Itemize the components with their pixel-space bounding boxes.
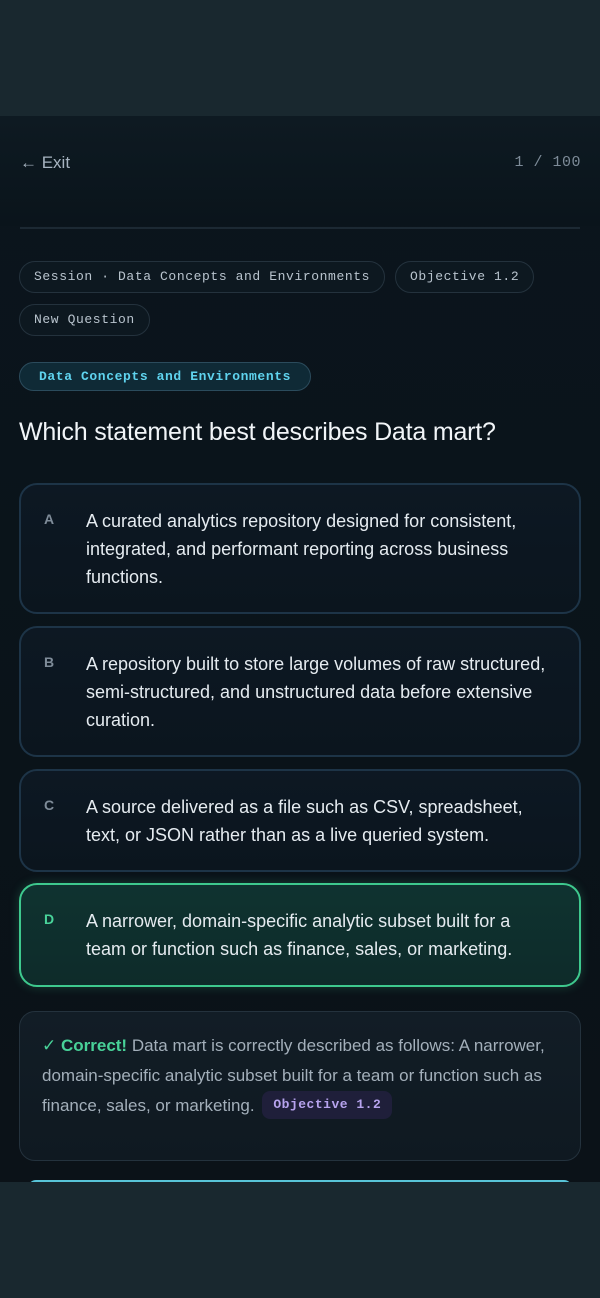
header-bar (0, 116, 600, 226)
quiz-screen: ← Exit 1 / 100 Session · Data Concepts a… (0, 116, 600, 1182)
option-c[interactable]: C A source delivered as a file such as C… (19, 769, 581, 872)
option-letter: B (44, 654, 55, 670)
feedback-body: ✓ Correct! Data mart is correctly descri… (42, 1031, 562, 1121)
exit-label: ← Exit (20, 153, 71, 172)
session-chip: Session · Data Concepts and Environments (19, 261, 386, 293)
question-text: Which statement best describes Data mart… (19, 418, 496, 446)
objective-badge: Objective 1.2 (262, 1090, 393, 1119)
option-letter: A (44, 511, 55, 527)
option-a[interactable]: A A curated analytics repository designe… (19, 483, 581, 614)
navigation-bar-area (0, 1182, 600, 1298)
exit-button[interactable]: ← Exit (20, 153, 70, 173)
option-text: A curated analytics repository designed … (86, 511, 517, 587)
option-text: A narrower, domain-specific analytic sub… (86, 911, 513, 959)
feedback-panel: ✓ Correct! Data mart is correctly descri… (19, 1011, 581, 1161)
objective-chip: Objective 1.2 (395, 261, 535, 293)
question-counter: 1 / 100 (514, 154, 581, 171)
option-letter: C (44, 797, 55, 813)
topic-chip: Data Concepts and Environments (19, 362, 312, 391)
option-text: A repository built to store large volume… (86, 654, 546, 730)
status-bar-area (0, 0, 600, 116)
option-letter: D (44, 911, 55, 927)
correct-label: ✓ Correct! (42, 1036, 128, 1055)
status-chip: New Question (19, 304, 150, 336)
header-divider (20, 227, 580, 229)
option-d-correct[interactable]: D A narrower, domain-specific analytic s… (19, 883, 581, 987)
option-b[interactable]: B A repository built to store large volu… (19, 626, 581, 757)
option-text: A source delivered as a file such as CSV… (86, 797, 523, 845)
